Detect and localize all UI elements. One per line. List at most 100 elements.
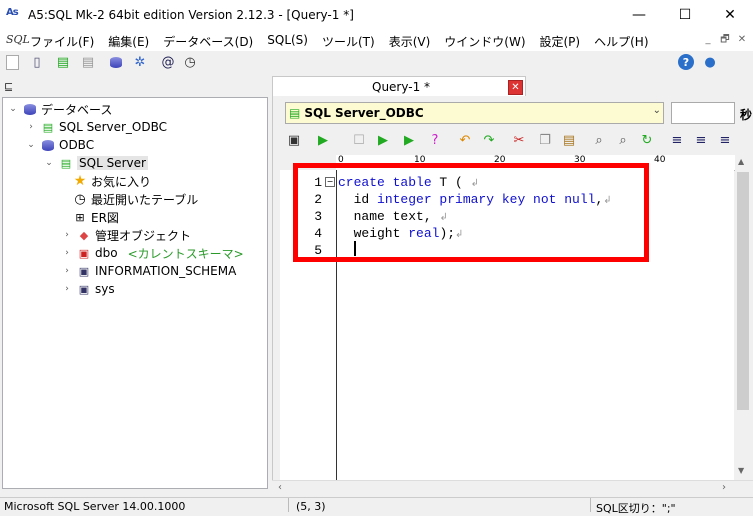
open-file-icon[interactable]: ▯ bbox=[29, 54, 45, 70]
tree-node-sql-server[interactable]: ⌄ ▤ SQL Server bbox=[43, 154, 148, 172]
table-edit-icon[interactable]: ▤ bbox=[55, 54, 71, 70]
settings-gear-icon[interactable]: ✲ bbox=[132, 54, 148, 70]
replace-icon[interactable]: ⌕ bbox=[614, 131, 632, 149]
tree-node-recent-tables[interactable]: ◷ 最近開いたテーブル bbox=[69, 190, 198, 208]
connection-label: SQL Server_ODBC bbox=[304, 106, 424, 120]
schema-icon: ▣ bbox=[78, 282, 90, 296]
scroll-up-icon[interactable]: ▲ bbox=[738, 157, 744, 166]
current-schema-label: <カレントスキーマ> bbox=[127, 246, 244, 261]
indent-icon[interactable]: ≡ bbox=[692, 131, 710, 149]
menu-items: ファイル(F) 編集(E) データベース(D) SQL(S) ツール(T) 表示… bbox=[30, 33, 663, 50]
schema-icon: ▣ bbox=[78, 264, 90, 278]
collapse-chevron-icon[interactable]: › bbox=[61, 266, 73, 276]
stop-icon[interactable]: ☐ bbox=[350, 131, 368, 149]
chevron-down-icon[interactable]: ⌄ bbox=[653, 105, 661, 116]
tree-node-admin-objects[interactable]: › ◆ 管理オブジェクト bbox=[61, 226, 191, 244]
redo-icon[interactable]: ↷ bbox=[480, 131, 498, 149]
menu-edit[interactable]: 編集(E) bbox=[108, 33, 149, 50]
menu-help[interactable]: ヘルプ(H) bbox=[594, 33, 648, 50]
tree-node-sqlserver-odbc[interactable]: › ▤ SQL Server_ODBC bbox=[25, 118, 167, 136]
menu-settings[interactable]: 設定(P) bbox=[540, 33, 581, 50]
highlight-box bbox=[293, 163, 649, 262]
tree-collapse-icon[interactable]: ⊑ bbox=[4, 80, 13, 93]
table-copy-icon[interactable]: ▤ bbox=[80, 54, 96, 70]
connection-select[interactable]: ▤ SQL Server_ODBC ⌄ bbox=[285, 102, 664, 124]
er-diagram-icon: ⊞ bbox=[75, 210, 85, 224]
collapse-chevron-icon[interactable]: › bbox=[61, 230, 73, 240]
clock-icon: ◷ bbox=[74, 191, 86, 207]
tree-label: ER図 bbox=[91, 210, 119, 225]
menu-sql[interactable]: SQL(S) bbox=[267, 33, 308, 50]
collapse-chevron-icon[interactable]: › bbox=[25, 122, 37, 132]
run-step-icon[interactable]: ▶ bbox=[374, 131, 392, 149]
scrollbar-thumb[interactable] bbox=[737, 172, 749, 410]
database-tree: ⌄ データベース › ▤ SQL Server_ODBC ⌄ ODBC ⌄ ▤ … bbox=[2, 97, 268, 489]
menu-window[interactable]: ウインドウ(W) bbox=[444, 33, 525, 50]
tree-label: INFORMATION_SCHEMA bbox=[95, 264, 237, 278]
timeout-input[interactable] bbox=[671, 102, 735, 124]
expand-chevron-icon[interactable]: ⌄ bbox=[43, 158, 55, 168]
collapse-chevron-icon[interactable]: › bbox=[61, 284, 73, 294]
tree-node-databases[interactable]: ⌄ データベース bbox=[7, 100, 112, 118]
expand-chevron-icon[interactable]: ⌄ bbox=[7, 104, 19, 114]
maximize-button[interactable]: ☐ bbox=[662, 0, 708, 30]
menu-database[interactable]: データベース(D) bbox=[163, 33, 253, 50]
run-icon[interactable]: ▶ bbox=[314, 131, 332, 149]
undo-icon[interactable]: ↶ bbox=[456, 131, 474, 149]
search-icon[interactable]: ⌕ bbox=[590, 131, 608, 149]
format-icon[interactable]: ↻ bbox=[638, 131, 656, 149]
admin-objects-icon: ◆ bbox=[79, 228, 89, 242]
connection-icon: ▤ bbox=[60, 156, 72, 170]
run-csv-icon[interactable]: ▶ bbox=[400, 131, 418, 149]
save-icon[interactable]: ▣ bbox=[285, 131, 303, 149]
tree-toolbar: ⊑ bbox=[0, 76, 268, 96]
menu-view[interactable]: 表示(V) bbox=[389, 33, 431, 50]
mdi-restore-button[interactable]: 🗗 bbox=[717, 33, 733, 47]
database-icon[interactable] bbox=[108, 54, 124, 70]
tree-node-er-diagram[interactable]: ⊞ ER図 bbox=[69, 208, 119, 226]
minimize-button[interactable]: — bbox=[616, 0, 662, 30]
comment-icon[interactable]: ≡ bbox=[716, 131, 734, 149]
menu-file[interactable]: ファイル(F) bbox=[30, 33, 94, 50]
ruler-mark: 40 bbox=[654, 155, 666, 165]
connection-icon: ▤ bbox=[289, 106, 301, 120]
schema-icon: ▣ bbox=[78, 246, 90, 260]
cut-icon[interactable]: ✂ bbox=[510, 131, 528, 149]
tree-node-favorites[interactable]: ★ お気に入り bbox=[69, 172, 151, 190]
close-button[interactable]: ✕ bbox=[707, 0, 753, 30]
horizontal-scrollbar[interactable] bbox=[272, 480, 753, 497]
expand-chevron-icon[interactable]: ⌄ bbox=[25, 140, 37, 150]
sql-separator: SQL区切り：";" bbox=[596, 502, 676, 515]
tree-node-odbc[interactable]: ⌄ ODBC bbox=[25, 136, 94, 154]
scroll-left-icon[interactable]: ‹ bbox=[278, 482, 282, 493]
tree-label: データベース bbox=[41, 102, 113, 117]
tree-label: 管理オブジェクト bbox=[95, 228, 192, 243]
globe-icon[interactable]: ● bbox=[702, 54, 718, 70]
tree-label: SQL Server_ODBC bbox=[59, 120, 167, 134]
tree-node-schema-information[interactable]: › ▣ INFORMATION_SCHEMA bbox=[61, 262, 236, 280]
new-icon[interactable] bbox=[4, 54, 20, 70]
tree-label: 最近開いたテーブル bbox=[91, 192, 199, 207]
star-icon: ★ bbox=[73, 173, 87, 189]
collapse-chevron-icon[interactable]: › bbox=[61, 248, 73, 258]
cursor-position: (5, 3) bbox=[296, 500, 326, 513]
tree-node-schema-dbo[interactable]: › ▣ dbo <カレントスキーマ> bbox=[61, 244, 244, 262]
connection-icon: ▤ bbox=[42, 120, 54, 134]
mdi-close-button[interactable]: ✕ bbox=[734, 33, 750, 47]
help-icon[interactable]: ? bbox=[678, 54, 694, 70]
tree-label: お気に入り bbox=[91, 174, 152, 189]
tab-close-icon[interactable]: ✕ bbox=[508, 80, 523, 95]
paste-icon[interactable]: ▤ bbox=[560, 131, 578, 149]
clock-icon[interactable]: ◷ bbox=[182, 54, 198, 70]
seconds-label: 秒 bbox=[740, 108, 753, 122]
align-icon[interactable]: ≡ bbox=[668, 131, 686, 149]
scroll-right-icon[interactable]: › bbox=[722, 482, 726, 493]
at-icon[interactable]: @ bbox=[160, 54, 176, 70]
scroll-down-icon[interactable]: ▼ bbox=[738, 466, 744, 475]
tree-node-schema-sys[interactable]: › ▣ sys bbox=[61, 280, 114, 298]
explain-icon[interactable]: ? bbox=[426, 131, 444, 149]
tree-label: dbo bbox=[95, 246, 118, 260]
copy-icon[interactable]: ❐ bbox=[536, 131, 554, 149]
mdi-minimize-button[interactable]: _ bbox=[700, 33, 716, 47]
menu-tools[interactable]: ツール(T) bbox=[322, 33, 375, 50]
